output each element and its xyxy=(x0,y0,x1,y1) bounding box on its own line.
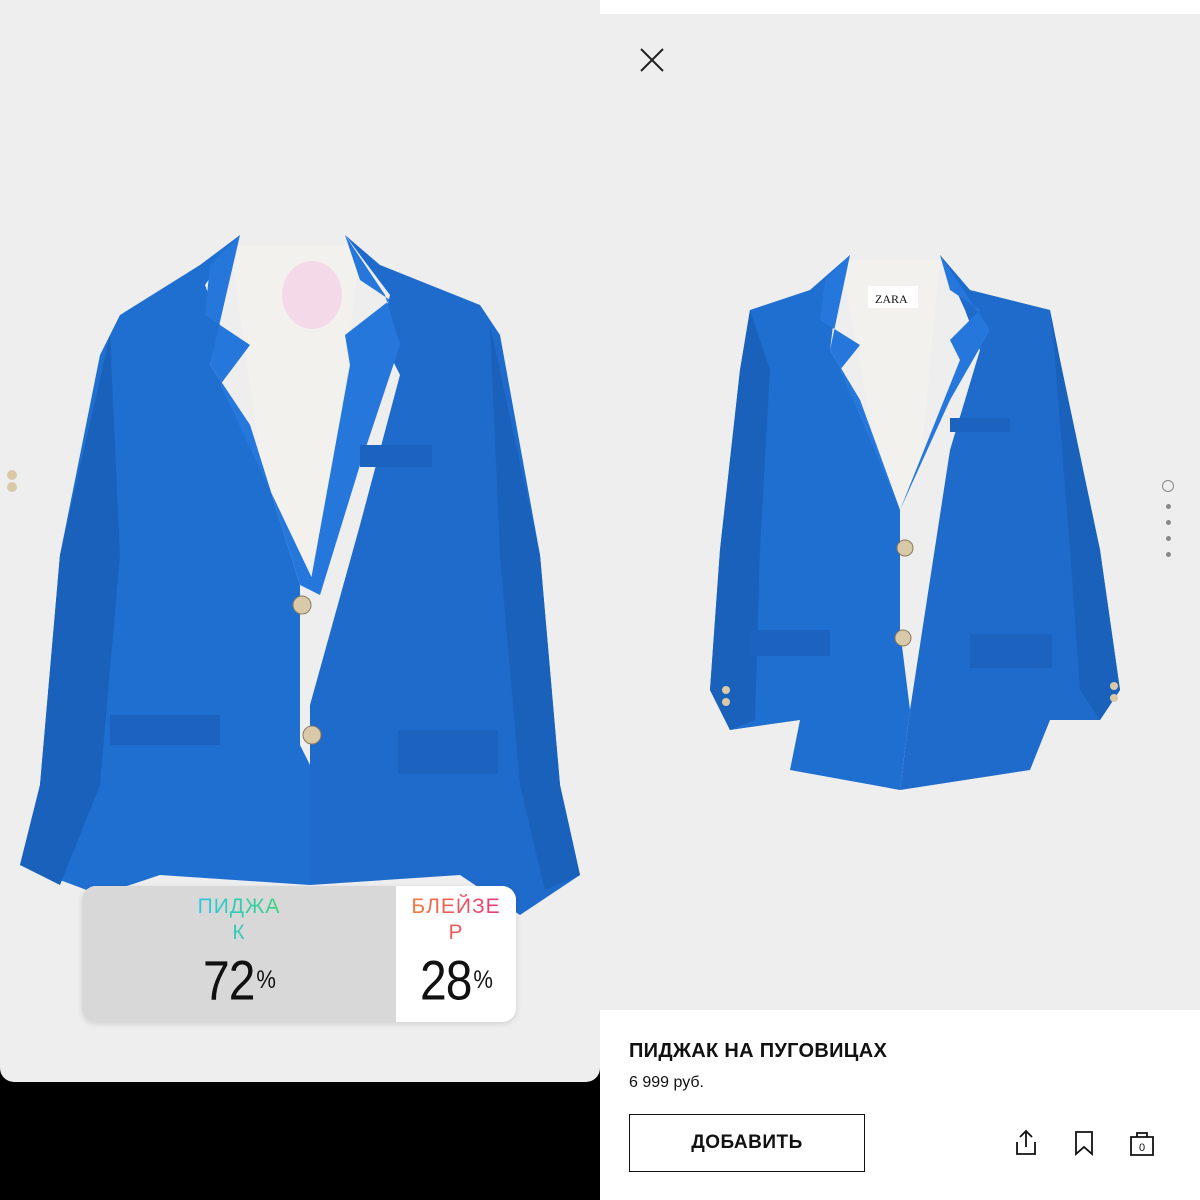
poll-sticker[interactable]: ПИДЖАК 72% БЛЕЙЗЕР 28% xyxy=(82,886,516,1022)
poll-option-b-label: БЛЕЙЗЕР xyxy=(411,895,501,944)
zara-tag-label: ZARA xyxy=(875,292,908,306)
share-icon[interactable] xyxy=(1011,1128,1041,1158)
jacket-image: ZARA xyxy=(710,255,1120,790)
pagination-dot[interactable] xyxy=(1165,552,1171,557)
pagination-dot[interactable] xyxy=(1165,520,1171,525)
cart-count: 0 xyxy=(1139,1142,1145,1154)
story-card: ПИДЖАК 72% БЛЕЙЗЕР 28% xyxy=(0,0,600,1082)
add-to-cart-button[interactable]: ДОБАВИТЬ xyxy=(629,1114,865,1172)
product-photo[interactable]: ZARA xyxy=(600,14,1200,1010)
pagination-dot[interactable] xyxy=(1165,536,1171,541)
poll-option-b-percent: 28% xyxy=(420,951,493,1012)
bookmark-icon[interactable] xyxy=(1069,1128,1099,1158)
screen: ПИДЖАК 72% БЛЕЙЗЕР 28% ZARA ПИДЖАК НА ПУ… xyxy=(0,0,1200,1200)
shopping-bag-icon[interactable]: 0 xyxy=(1127,1128,1157,1158)
poll-option-a[interactable]: ПИДЖАК 72% xyxy=(82,886,396,1022)
jacket-image xyxy=(7,235,580,915)
product-price: 6 999 руб. xyxy=(629,1074,704,1091)
poll-option-a-percent: 72% xyxy=(203,951,276,1012)
poll-option-a-label: ПИДЖАК xyxy=(193,894,285,946)
pagination-dot-active[interactable] xyxy=(1162,480,1174,492)
gallery-pagination[interactable] xyxy=(1162,480,1174,568)
product-title: ПИДЖАК НА ПУГОВИЦАХ xyxy=(629,1040,888,1062)
pagination-dot[interactable] xyxy=(1165,504,1171,509)
poll-option-b[interactable]: БЛЕЙЗЕР 28% xyxy=(396,886,516,1022)
close-icon[interactable] xyxy=(638,46,666,74)
product-page: ZARA xyxy=(600,0,1200,1200)
